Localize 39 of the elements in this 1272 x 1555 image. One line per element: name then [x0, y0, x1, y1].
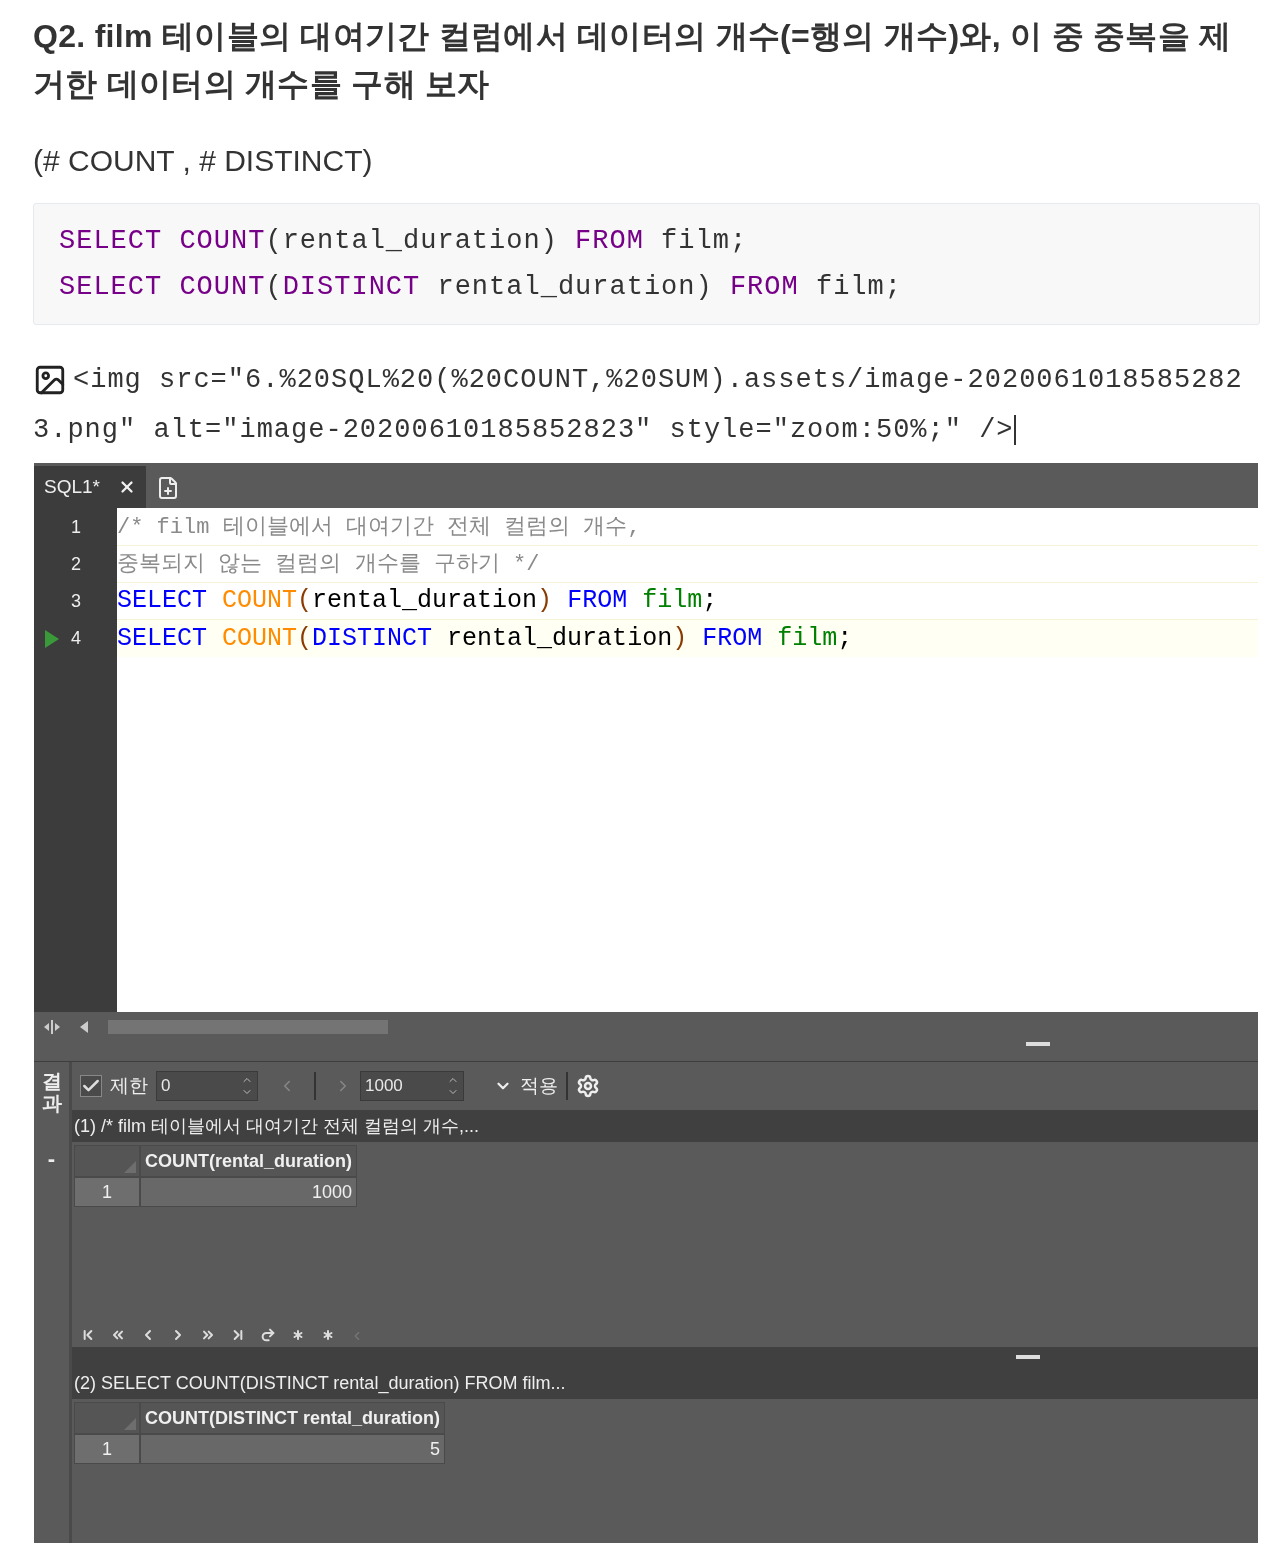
line-number: 2: [71, 553, 81, 576]
column-header[interactable]: COUNT(DISTINCT rental_duration): [140, 1402, 445, 1434]
split-handle-icon[interactable]: [44, 1020, 60, 1034]
row-number: 1: [74, 1434, 140, 1464]
image-source-text: <img src="6.%20SQL%20(%20COUNT,%20SUM).assets/image-20200610185852823.png" alt="image-20200610185852823" style="zoom:50%;" />: [33, 364, 1244, 447]
refresh-icon[interactable]: [260, 1327, 276, 1343]
resize-grip-icon[interactable]: [1026, 1042, 1050, 1048]
limit-checkbox[interactable]: [80, 1075, 102, 1097]
scroll-left-icon[interactable]: [80, 1021, 88, 1033]
editor-tab[interactable]: SQL1*: [34, 466, 146, 508]
close-icon[interactable]: [118, 478, 136, 496]
broken-image-icon: [33, 363, 67, 397]
tags-line: (# COUNT , # DISTINCT): [33, 143, 374, 179]
editor-line: /* film 테이블에서 대여기간 전체 컬럼의 개수,: [117, 509, 1258, 546]
code-line: SELECT COUNT(DISTINCT rental_duration) FROM film;: [59, 271, 903, 304]
code-line: SELECT COUNT(rental_duration) FROM film;: [59, 225, 749, 258]
table-cell: 1000: [140, 1177, 357, 1207]
question-heading: Q2. film 테이블의 대여기간 컬럼에서 데이터의 개수(=행의 개수)와, 이 중 중복을 제거한 데이터의 개수를 구해 보자: [33, 17, 1233, 104]
line-number: 4: [71, 627, 81, 650]
current-line-arrow-icon: [45, 629, 59, 648]
collapse-button[interactable]: -: [47, 1142, 56, 1175]
line-number: 1: [71, 516, 81, 539]
code-editor[interactable]: /* film 테이블에서 대여기간 전체 컬럼의 개수, 중복되지 않는 컬럼의 개수를 구하기 */ SELECT COUNT(rental_duration) FROM film; SELECT COUNT(DISTINCT rental_duration) FROM film;: [117, 508, 1258, 1012]
horizontal-scrollbar[interactable]: [108, 1020, 388, 1034]
new-tab-icon[interactable]: [156, 476, 180, 500]
line-number: 3: [71, 590, 81, 613]
row-number: 1: [74, 1177, 140, 1207]
result-title: (1) /* film 테이블에서 대여기간 전체 컬럼의 개수,...: [74, 1115, 479, 1138]
editor-line: 중복되지 않는 컬럼의 개수를 구하기 */: [117, 546, 1258, 583]
result-title: (2) SELECT COUNT(DISTINCT rental_duration) FROM film...: [74, 1372, 566, 1396]
results-label[interactable]: 결과: [41, 1070, 62, 1114]
sort-corner-icon: [124, 1161, 136, 1173]
limit-label: 제한: [110, 1073, 148, 1098]
apply-button[interactable]: 적용: [520, 1071, 558, 1101]
resize-grip-icon[interactable]: [1016, 1354, 1040, 1360]
column-header[interactable]: COUNT(rental_duration): [140, 1145, 357, 1177]
settings-icon[interactable]: [576, 1074, 600, 1098]
table-cell: 5: [140, 1434, 445, 1464]
sort-corner-icon: [124, 1418, 136, 1430]
